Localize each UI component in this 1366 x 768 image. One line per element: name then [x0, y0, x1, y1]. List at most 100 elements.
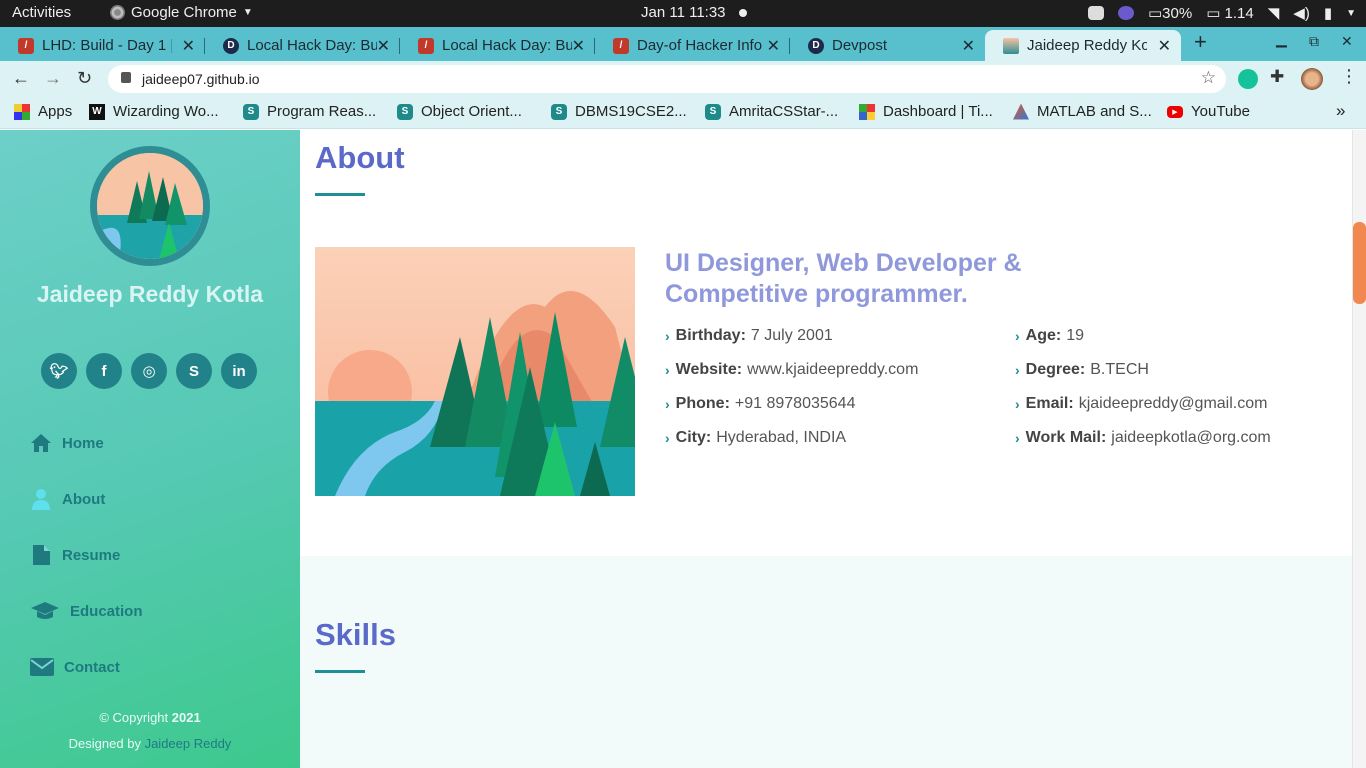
matlab-icon	[1013, 103, 1029, 120]
page-scrollbar[interactable]	[1352, 130, 1366, 768]
fact-degree: › Degree: B.TECH	[1015, 361, 1149, 378]
chevron-right-icon: ›	[665, 328, 670, 344]
linkedin-icon[interactable]: in	[221, 353, 257, 389]
clock[interactable]: Jan 11 11:33	[641, 4, 726, 21]
display-status[interactable]: ▭ 1.14	[1206, 4, 1254, 22]
tab-devpost[interactable]: D Devpost ✕	[790, 30, 985, 61]
fact-website: › Website: www.kjaideepreddy.com	[665, 361, 919, 378]
skills-section: Skills	[300, 556, 1352, 768]
nav-education[interactable]: Education	[30, 600, 143, 622]
battery-status[interactable]: ▭30%	[1148, 4, 1192, 22]
chevron-down-icon: ▼	[242, 7, 253, 18]
tab-day-of-hacker-info[interactable]: / Day-of Hacker Info ✕	[595, 30, 790, 61]
bookmark-object-oriented[interactable]: S Object Orient...	[397, 103, 522, 120]
designed-by: Designed by Jaideep Reddy	[68, 736, 232, 751]
fact-city: › City: Hyderabad, INDIA	[665, 429, 847, 446]
minimize-icon[interactable]: ▁	[1276, 31, 1287, 48]
bookmark-youtube[interactable]: ▶ YouTube	[1167, 103, 1250, 120]
battery-icon[interactable]: ▮	[1324, 4, 1332, 22]
grammarly-icon[interactable]	[1238, 69, 1258, 89]
more-bookmarks-chevron-icon[interactable]: »	[1336, 101, 1345, 121]
close-icon[interactable]: ✕	[962, 36, 975, 56]
tab-local-hack-day-2[interactable]: / Local Hack Day: Bui ✕	[400, 30, 595, 61]
instagram-icon[interactable]: ◎	[131, 353, 167, 389]
tab-lhd-build[interactable]: / LHD: Build - Day 1 | [ ✕	[0, 30, 205, 61]
more-vertical-icon[interactable]: ⋮	[1340, 66, 1358, 87]
apps-grid-icon	[14, 103, 30, 120]
extensions-puzzle-icon[interactable]: ✚	[1270, 67, 1290, 87]
tab-strip: / LHD: Build - Day 1 | [ ✕ D Local Hack …	[0, 27, 1366, 61]
about-underline	[315, 193, 365, 196]
profile-avatar[interactable]	[1301, 68, 1323, 90]
w-icon: W	[89, 103, 105, 120]
tab-jaideep-reddy-kotla[interactable]: Jaideep Reddy Kotla ✕	[985, 30, 1181, 61]
back-arrow-icon[interactable]: ←	[12, 68, 30, 89]
bookmark-dbms[interactable]: S DBMS19CSE2...	[551, 103, 687, 120]
chevron-right-icon: ›	[1015, 328, 1020, 344]
wifi-icon[interactable]: ◥	[1268, 4, 1280, 22]
tab-local-hack-day-1[interactable]: D Local Hack Day: Bui ✕	[205, 30, 400, 61]
dashboard-icon	[859, 103, 875, 120]
bookmark-amritacsstar[interactable]: S AmritaCSStar-...	[705, 103, 838, 120]
copyright: © Copyright 2021	[99, 710, 201, 725]
forest-illustration-icon	[97, 153, 203, 259]
volume-icon[interactable]: ◀)	[1293, 4, 1310, 22]
close-icon[interactable]: ✕	[572, 36, 585, 56]
devpost-favicon-icon: D	[223, 37, 239, 54]
bookmark-star-icon[interactable]: ☆	[1201, 68, 1216, 88]
s-icon: S	[243, 103, 259, 120]
home-icon	[31, 434, 51, 452]
lhd-favicon-icon: /	[418, 37, 434, 54]
maximize-icon[interactable]: ⧉	[1309, 33, 1319, 50]
chevron-right-icon: ›	[665, 396, 670, 412]
chevron-down-icon[interactable]: ▼	[1346, 8, 1356, 19]
designer-link[interactable]: Jaideep Reddy	[145, 736, 232, 751]
web-page: Jaideep Reddy Kotla 🐦︎ f ◎ S in Home Abo…	[0, 130, 1366, 768]
nav-about[interactable]: About	[30, 488, 105, 510]
scrollbar-thumb[interactable]	[1353, 222, 1366, 304]
skills-underline	[315, 670, 365, 673]
facebook-icon[interactable]: f	[86, 353, 122, 389]
window-close-icon[interactable]: ✕	[1341, 33, 1353, 50]
tab-title: LHD: Build - Day 1 | [	[42, 37, 172, 54]
sidebar-name[interactable]: Jaideep Reddy Kotla	[0, 280, 300, 308]
bookmark-wizarding-world[interactable]: W Wizarding Wo...	[89, 103, 219, 120]
activities-button[interactable]: Activities	[12, 4, 71, 21]
bookmark-matlab[interactable]: MATLAB and S...	[1013, 103, 1152, 120]
reload-icon[interactable]: ↻	[77, 68, 92, 89]
lhd-favicon-icon: /	[18, 37, 34, 54]
close-icon[interactable]: ✕	[377, 36, 390, 56]
app-name: Google Chrome	[131, 4, 237, 21]
address-bar[interactable]: jaideep07.github.io ☆	[108, 65, 1226, 93]
nav-contact[interactable]: Contact	[30, 656, 120, 678]
about-headline: UI Designer, Web Developer & Competitive…	[665, 249, 1022, 308]
browser-toolbar: ← → ↻ jaideep07.github.io ☆ ✚ ⋮	[0, 61, 1366, 97]
envelope-icon	[30, 658, 54, 676]
bookmark-dashboard[interactable]: Dashboard | Ti...	[859, 103, 993, 120]
app-menu[interactable]: Google Chrome ▼	[110, 4, 253, 21]
sidebar: Jaideep Reddy Kotla 🐦︎ f ◎ S in Home Abo…	[0, 130, 300, 768]
notification-icon[interactable]	[1117, 6, 1134, 20]
social-links: 🐦︎ f ◎ S in	[41, 353, 257, 389]
discord-icon[interactable]	[1087, 6, 1104, 20]
forward-arrow-icon[interactable]: →	[44, 68, 62, 89]
close-icon[interactable]: ✕	[767, 36, 780, 56]
new-tab-plus-icon[interactable]: +	[1194, 29, 1207, 55]
nav-home[interactable]: Home	[30, 432, 104, 454]
bookmark-program-reasoning[interactable]: S Program Reas...	[243, 103, 376, 120]
user-icon	[32, 489, 50, 510]
s-icon: S	[397, 103, 413, 120]
close-icon[interactable]: ✕	[1158, 36, 1171, 56]
fact-work-mail: › Work Mail: jaideepkotla@org.com	[1015, 429, 1271, 446]
tab-title: Devpost	[832, 37, 888, 54]
chevron-right-icon: ›	[1015, 396, 1020, 412]
twitter-icon[interactable]: 🐦︎	[41, 353, 77, 389]
system-tray[interactable]: ▭30% ▭ 1.14 ◥ ◀) ▮ ▼	[1087, 4, 1356, 22]
nav-resume[interactable]: Resume	[30, 544, 120, 566]
url-text: jaideep07.github.io	[142, 71, 260, 87]
bookmark-apps[interactable]: Apps	[14, 103, 72, 120]
bookmarks-bar: Apps W Wizarding Wo... S Program Reas...…	[0, 97, 1366, 129]
skype-icon[interactable]: S	[176, 353, 212, 389]
close-icon[interactable]: ✕	[182, 36, 195, 56]
monitor-icon: ▭	[1206, 5, 1221, 22]
